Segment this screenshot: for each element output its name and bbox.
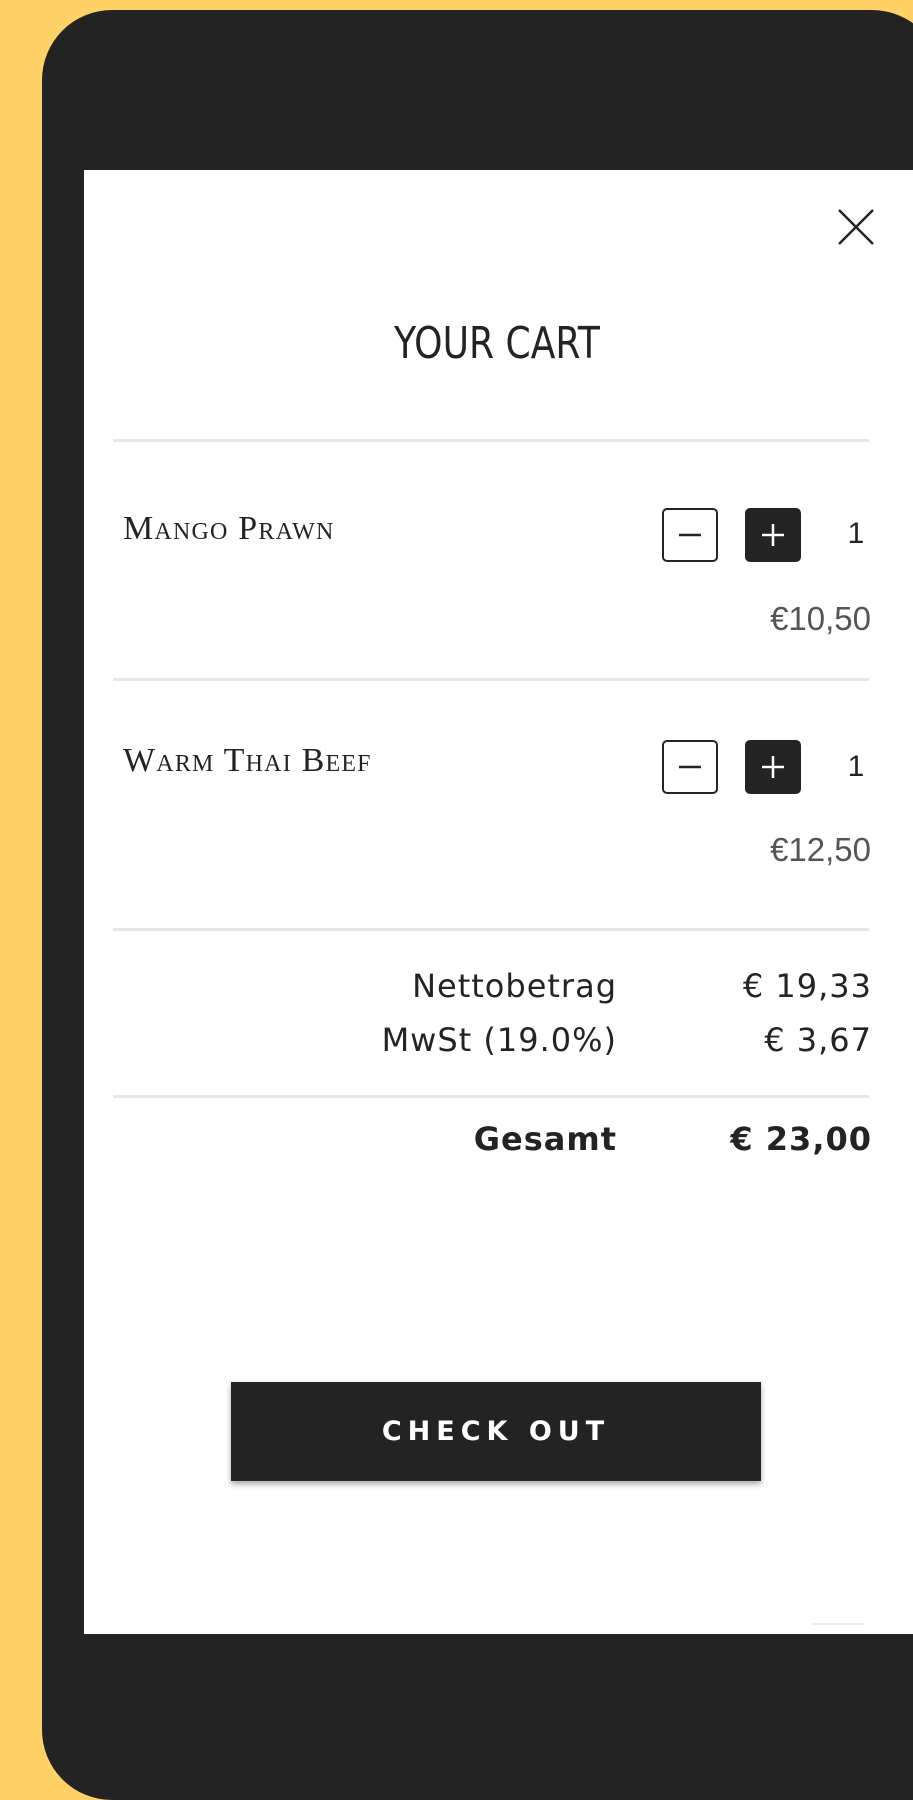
minus-icon	[679, 533, 701, 537]
item-quantity: 1	[847, 750, 865, 783]
divider	[113, 928, 869, 931]
increase-quantity-button[interactable]	[745, 508, 801, 562]
item-price: €10,50	[770, 600, 871, 637]
total-label: Gesamt	[473, 1120, 617, 1158]
decrease-quantity-button[interactable]	[662, 508, 718, 562]
close-icon	[838, 209, 874, 245]
page-title: YOUR CART	[394, 318, 600, 369]
vat-value: € 3,67	[764, 1021, 872, 1059]
divider	[113, 439, 869, 442]
cart-item-name: Warm Thai Beef	[123, 742, 372, 779]
total-value: € 23,00	[730, 1120, 872, 1158]
increase-quantity-button[interactable]	[745, 740, 801, 794]
cart-panel: YOUR CART Mango Prawn 1 €10,50 Warm Thai…	[84, 170, 913, 1634]
plus-icon	[762, 524, 784, 546]
vat-label: MwSt (19.0%)	[381, 1021, 617, 1059]
close-button[interactable]	[835, 206, 877, 248]
plus-icon	[762, 756, 784, 778]
checkout-button[interactable]: CHECK OUT	[231, 1382, 761, 1481]
minus-icon	[679, 765, 701, 769]
net-amount-label: Nettobetrag	[412, 967, 617, 1005]
item-price: €12,50	[770, 831, 871, 868]
divider	[113, 678, 869, 681]
item-quantity: 1	[847, 517, 865, 550]
decrease-quantity-button[interactable]	[662, 740, 718, 794]
divider	[113, 1095, 869, 1098]
scroll-indicator	[811, 1623, 865, 1625]
cart-item-name: Mango Prawn	[123, 510, 335, 547]
net-amount-value: € 19,33	[742, 967, 872, 1005]
